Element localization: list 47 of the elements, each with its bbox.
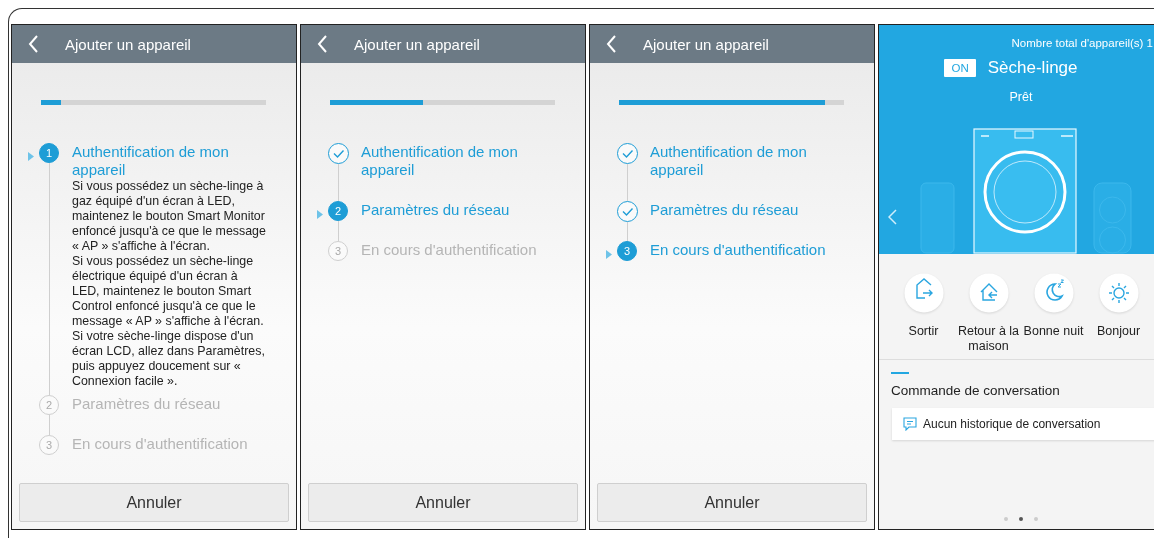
step-number: 3: [617, 241, 637, 261]
step-title: En cours d'authentification: [361, 241, 538, 259]
back-icon[interactable]: [606, 35, 617, 53]
mode-button[interactable]: Retour à la maison: [957, 272, 1020, 354]
step-title: Paramètres du réseau: [72, 395, 222, 413]
step-number: 1: [39, 143, 59, 163]
cancel-button[interactable]: Annuler: [19, 483, 289, 522]
house-exit-icon: [902, 272, 945, 314]
page-dot[interactable]: [1034, 517, 1038, 521]
section-title: Commande de conversation: [891, 383, 1061, 398]
screen-title: Ajouter un appareil: [65, 35, 191, 53]
step-title: Paramètres du réseau: [650, 201, 800, 219]
mode-button[interactable]: Bonne nuit: [1022, 272, 1085, 339]
step-title: En cours d'authentification: [650, 241, 827, 259]
screen-title: Ajouter un appareil: [354, 35, 480, 53]
step-number: 2: [328, 201, 348, 221]
step-number: 3: [39, 435, 59, 455]
device-status: Prêt: [1009, 90, 1033, 104]
screen-title: Ajouter un appareil: [643, 35, 769, 53]
step-number: 3: [328, 241, 348, 261]
cancel-button[interactable]: Annuler: [597, 483, 867, 522]
step-title: Paramètres du réseau: [361, 201, 511, 219]
moon-icon: [1032, 272, 1075, 314]
device-count: Nombre total d'appareil(s) 1: [1011, 37, 1153, 49]
step-description: Si vous possédez un sèche-linge à gaz équipé d'un écran à LED, maintenez le bouton Smart Monitor enfoncé jusqu'à ce que le message « AP » s'affiche à l'écran. Si vous possédez un sèche-linge électrique équipé d'un écran à LED, maintenez le bouton Smart Control enfoncé jusqu'à ce que le message « AP » s'affiche à l'écran. Si votre sèche-linge dispose d'un écran LCD, allez dans Paramètres, puis appuyez doucement sur « Connexion facile ».: [72, 179, 267, 389]
page-dot[interactable]: [1004, 517, 1008, 521]
back-icon[interactable]: [317, 35, 328, 53]
chevron-left-icon[interactable]: [888, 209, 898, 225]
step-number: 2: [39, 395, 59, 415]
sun-icon: [1097, 272, 1140, 314]
chat-icon: [903, 417, 917, 431]
empty-message: Aucun historique de conversation: [923, 417, 1101, 431]
back-icon[interactable]: [28, 35, 39, 53]
triangle-icon: [606, 250, 612, 259]
mode-button[interactable]: Sortir: [892, 272, 955, 339]
power-badge: ON: [944, 59, 976, 77]
step-title: En cours d'authentification: [72, 435, 249, 453]
mode-button[interactable]: Bonjour: [1087, 272, 1150, 339]
step-title: Authentification de mon appareil: [72, 143, 230, 179]
house-enter-icon: [967, 272, 1010, 314]
triangle-icon: [28, 152, 34, 161]
triangle-icon: [317, 210, 323, 219]
cancel-button[interactable]: Annuler: [308, 483, 578, 522]
step-title: Authentification de mon appareil: [361, 143, 519, 179]
device-name: Sèche-linge: [987, 58, 1078, 78]
step-title: Authentification de mon appareil: [650, 143, 808, 179]
page-dot[interactable]: [1019, 517, 1023, 521]
